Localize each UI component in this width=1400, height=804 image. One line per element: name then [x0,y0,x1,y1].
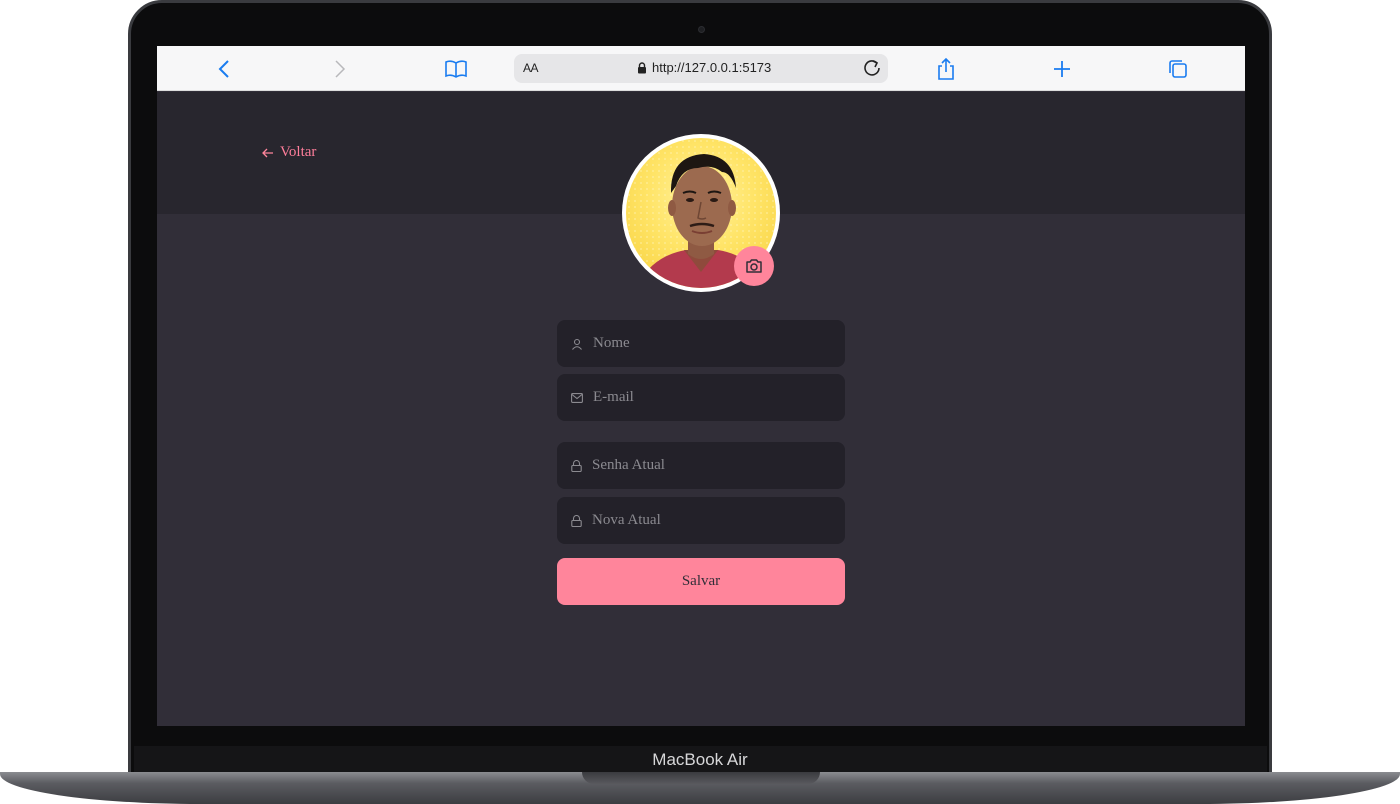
laptop-notch [582,772,820,784]
current-password-field[interactable] [557,442,845,489]
webcam-icon [698,26,705,33]
share-icon [938,57,954,80]
url-text: http://127.0.0.1:5173 [652,60,772,75]
change-avatar-button[interactable] [734,246,774,286]
reload-button[interactable] [861,57,883,84]
tabs-icon [1169,60,1187,78]
back-button[interactable] [211,56,237,82]
new-tab-button[interactable] [1049,56,1075,82]
screen: AA http://127.0.0.1:5173 Voltar Nome E-m… [157,46,1245,726]
text-size-button[interactable]: AA [523,61,539,75]
tabs-overview-button[interactable] [1165,56,1191,82]
browser-toolbar: AA http://127.0.0.1:5173 [157,46,1245,91]
device-brand-label: MacBook Air [652,750,748,769]
chevron-right-icon [335,60,346,78]
back-link-label: Voltar [280,144,317,160]
forward-button[interactable] [327,56,353,82]
user-icon [572,338,582,350]
name-field[interactable] [557,320,845,367]
email-input[interactable] [593,389,833,406]
name-input[interactable] [593,335,833,352]
plus-icon [1054,61,1070,77]
current-password-input[interactable] [592,457,832,474]
share-button[interactable] [933,56,959,82]
new-password-input[interactable] [592,512,832,529]
lock-icon [571,459,582,472]
new-password-field[interactable] [557,497,845,544]
back-link[interactable]: Voltar [262,144,316,161]
reload-icon [864,60,880,76]
url-display: http://127.0.0.1:5173 [637,60,771,75]
camera-icon [746,259,762,273]
mail-icon [571,392,583,403]
lock-icon [571,514,582,527]
save-button[interactable]: Salvar [557,558,845,605]
arrow-left-icon [262,148,273,157]
bookmarks-button[interactable] [443,56,469,82]
email-field[interactable] [557,374,845,421]
book-icon [445,60,467,78]
lock-icon [638,61,646,73]
chevron-left-icon [218,60,229,78]
address-bar[interactable]: AA http://127.0.0.1:5173 [514,54,888,83]
